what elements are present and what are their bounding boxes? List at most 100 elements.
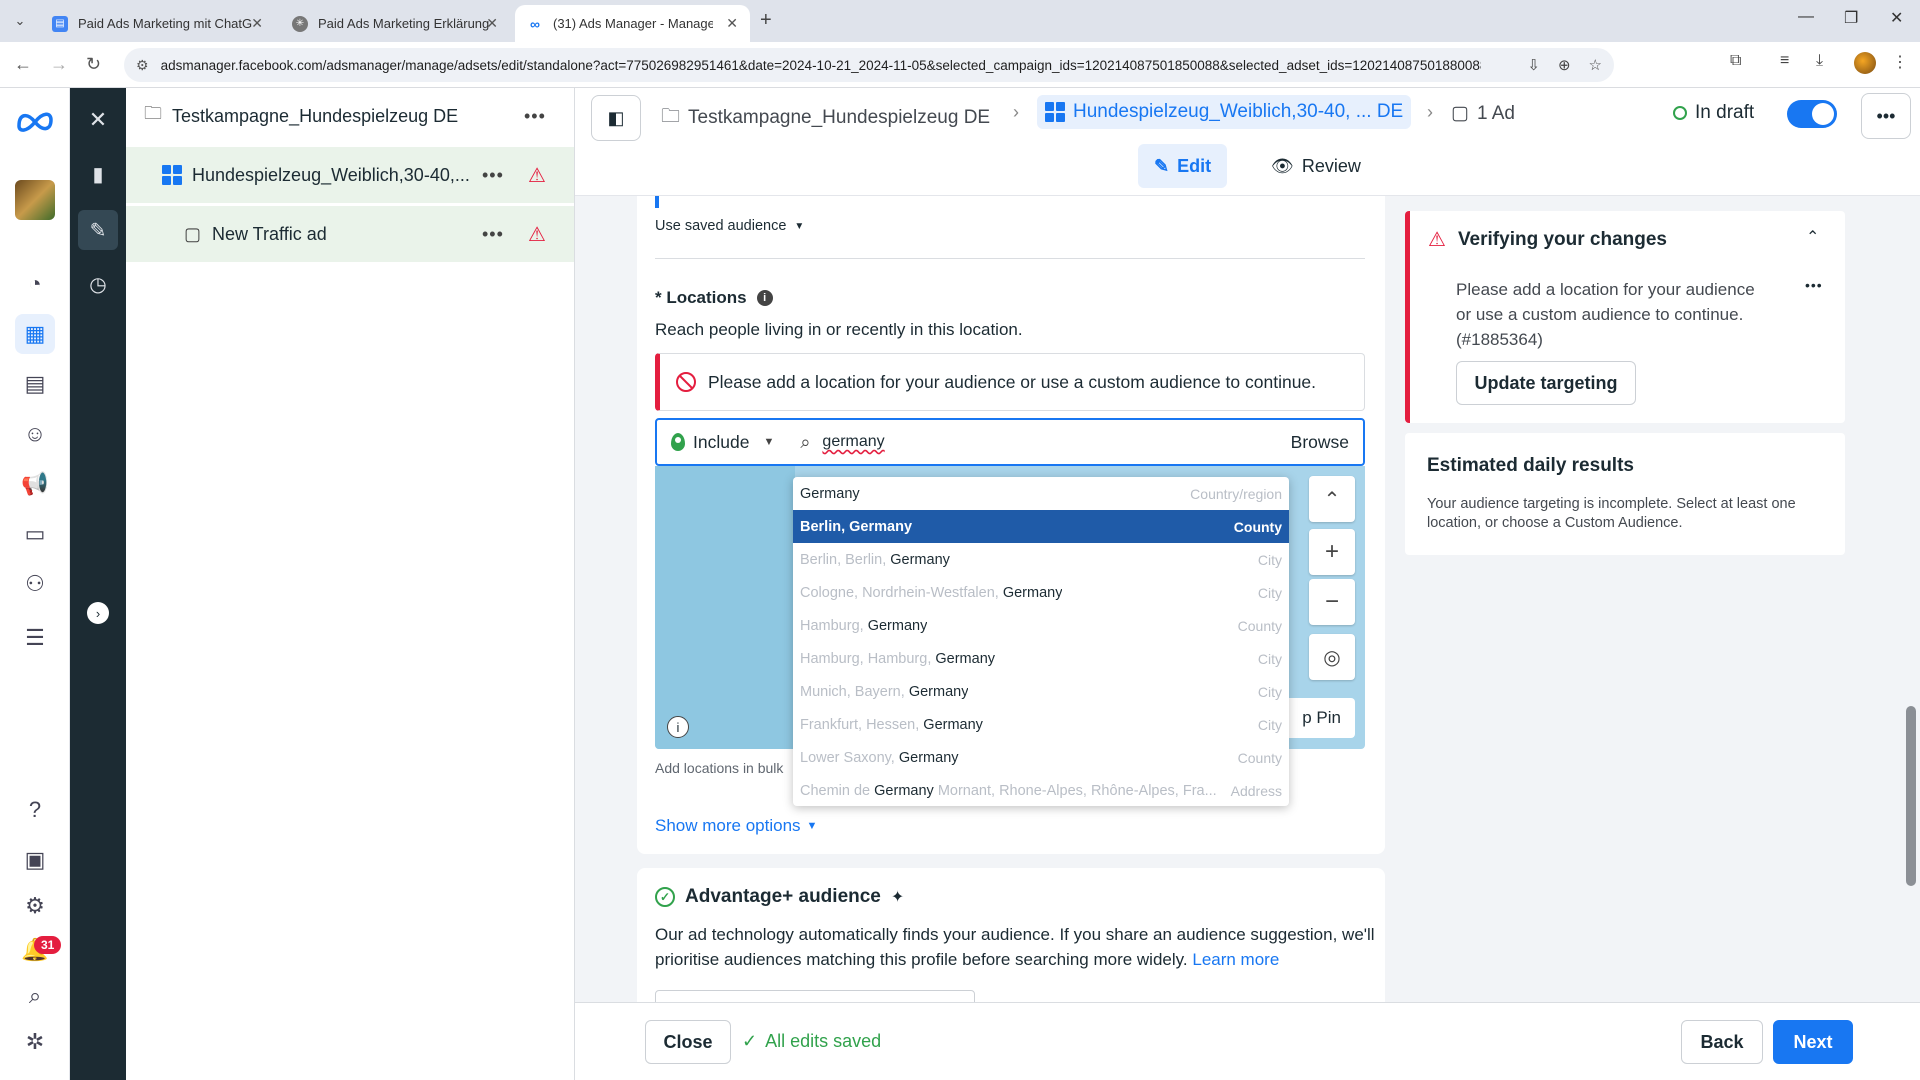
- audience-suggestion-button[interactable]: [655, 990, 975, 1002]
- breadcrumb-adset[interactable]: Hundespielzeug_Weiblich,30-40, ... DE: [1037, 95, 1412, 129]
- close-tab-icon[interactable]: ✕: [486, 15, 498, 32]
- close-button[interactable]: Close: [645, 1020, 731, 1064]
- window-close-icon[interactable]: ✕: [1890, 8, 1903, 28]
- campaigns-table-icon[interactable]: ▦: [15, 314, 55, 354]
- campaign-more-icon[interactable]: •••: [524, 106, 546, 127]
- sidebar-toggle-icon[interactable]: ◧: [591, 95, 641, 141]
- location-search-input[interactable]: germany: [822, 433, 884, 451]
- location-suggestion-row[interactable]: Munich, Bayern, Germany City: [793, 675, 1289, 708]
- suggestion-country: Germany: [867, 617, 928, 634]
- zoom-out-icon[interactable]: −: [1309, 579, 1355, 625]
- scrollbar-thumb[interactable]: [1906, 706, 1916, 886]
- location-search-field[interactable]: Include ▼ ⌕ germany Browse: [655, 418, 1365, 466]
- location-suggestion-row[interactable]: Chemin de Germany Mornant, Rhone-Alpes, …: [793, 774, 1289, 806]
- billing-card-icon[interactable]: ▭: [15, 514, 55, 554]
- install-app-icon[interactable]: ⇩: [1527, 56, 1540, 74]
- settings-gear-icon[interactable]: ⚙: [15, 886, 55, 926]
- ad-more-icon[interactable]: •••: [482, 224, 504, 245]
- minimize-icon[interactable]: —: [1798, 8, 1814, 26]
- history-clock-icon[interactable]: ◷: [78, 264, 118, 304]
- news-icon[interactable]: ▣: [15, 840, 55, 880]
- breadcrumb-ad[interactable]: ▢ 1 Ad: [1451, 102, 1515, 125]
- estimate-title: Estimated daily results: [1427, 455, 1634, 476]
- include-dropdown[interactable]: Include ▼: [671, 432, 774, 453]
- dashboard-gauge-icon[interactable]: ◔: [15, 264, 55, 304]
- adset-grid-icon: [162, 165, 182, 185]
- location-suggestion-row[interactable]: Berlin, Berlin, Germany City: [793, 543, 1289, 576]
- map-info-icon[interactable]: i: [667, 716, 689, 738]
- forward-arrow-icon[interactable]: →: [50, 54, 68, 75]
- extensions-icon[interactable]: ⧉: [1730, 52, 1741, 70]
- browser-tab-1[interactable]: ▤ Paid Ads Marketing mit ChatGPT ✕: [40, 5, 275, 42]
- new-tab-icon[interactable]: +: [760, 9, 772, 32]
- bug-report-icon[interactable]: ✲: [15, 1022, 55, 1062]
- url-bar[interactable]: ⚙ adsmanager.facebook.com/adsmanager/man…: [124, 48, 1614, 82]
- update-targeting-button[interactable]: Update targeting: [1456, 361, 1636, 405]
- chart-icon[interactable]: ▮: [78, 154, 118, 194]
- search-icon[interactable]: ⌕: [15, 976, 55, 1016]
- review-mode-button[interactable]: 👁 Review: [1255, 144, 1377, 188]
- download-icon[interactable]: ⤓: [1816, 52, 1823, 70]
- media-control-icon[interactable]: ≡: [1780, 52, 1789, 70]
- close-tab-icon[interactable]: ✕: [251, 15, 263, 32]
- location-suggestion-row[interactable]: Germany Country/region: [793, 477, 1289, 510]
- advertising-megaphone-icon[interactable]: 📢: [15, 464, 55, 504]
- bookmark-star-icon[interactable]: ☆: [1589, 56, 1602, 74]
- location-suggestion-row[interactable]: Hamburg, Germany County: [793, 609, 1289, 642]
- tab-list-chevron-icon[interactable]: ⌄: [8, 9, 32, 33]
- publish-toggle[interactable]: [1787, 100, 1837, 128]
- reports-icon[interactable]: ▤: [15, 364, 55, 404]
- tree-item-adset[interactable]: Hundespielzeug_Weiblich,30-40,... ••• ⚠: [126, 147, 574, 203]
- suggestion-text: Berlin, Germany: [800, 519, 912, 535]
- breadcrumb-campaign[interactable]: 🗀 Testkampagne_Hundespielzeug DE: [661, 102, 990, 134]
- adset-more-icon[interactable]: •••: [482, 165, 504, 186]
- learn-more-link[interactable]: Learn more: [1192, 950, 1279, 969]
- business-settings-icon[interactable]: ⚇: [15, 564, 55, 604]
- back-arrow-icon[interactable]: ←: [14, 54, 32, 75]
- collapse-chevron-icon[interactable]: ⌃: [1806, 227, 1819, 247]
- suggestion-country: Germany: [898, 749, 959, 766]
- all-tools-menu-icon[interactable]: ☰: [15, 618, 55, 658]
- verify-heading: ⚠ Verifying your changes: [1428, 227, 1667, 252]
- close-tab-icon[interactable]: ✕: [726, 15, 738, 32]
- edit-mode-button[interactable]: ✎ Edit: [1138, 144, 1228, 188]
- account-avatar[interactable]: [15, 180, 55, 220]
- zoom-icon[interactable]: ⊕: [1558, 56, 1571, 74]
- back-button[interactable]: Back: [1681, 1020, 1763, 1064]
- location-suggestion-row[interactable]: Lower Saxony, Germany County: [793, 741, 1289, 774]
- help-icon[interactable]: ?: [15, 790, 55, 830]
- verify-more-icon[interactable]: •••: [1805, 277, 1823, 293]
- show-more-options-link[interactable]: Show more options ▼: [655, 816, 817, 836]
- tree-item-ad[interactable]: ▢ New Traffic ad ••• ⚠: [126, 206, 574, 262]
- browser-tab-3-active[interactable]: ∞ (31) Ads Manager - Manage ad ✕: [515, 5, 750, 42]
- suggestion-country: Germany: [890, 551, 950, 568]
- tree-item-campaign[interactable]: 🗀 Testkampagne_Hundespielzeug DE •••: [126, 88, 574, 144]
- map-land: [655, 466, 795, 749]
- use-saved-audience-dropdown[interactable]: Use saved audience ▼: [655, 218, 804, 234]
- meta-logo-icon[interactable]: [15, 106, 55, 136]
- browser-menu-icon[interactable]: ⋮: [1892, 52, 1908, 72]
- reload-icon[interactable]: ↻: [86, 54, 101, 75]
- collapse-map-chevron-icon[interactable]: ⌃: [1309, 476, 1355, 522]
- restore-icon[interactable]: ❐: [1844, 8, 1858, 28]
- edit-pencil-icon[interactable]: ✎: [78, 210, 118, 250]
- next-button[interactable]: Next: [1773, 1020, 1853, 1064]
- suggestion-region: Munich, Bayern,: [800, 683, 905, 700]
- location-suggestion-row[interactable]: Frankfurt, Hessen, Germany City: [793, 708, 1289, 741]
- info-icon[interactable]: i: [756, 290, 773, 306]
- add-locations-bulk-link[interactable]: Add locations in bulk: [655, 760, 783, 776]
- location-suggestion-row[interactable]: Berlin, Germany County: [793, 510, 1289, 543]
- browser-tab-2[interactable]: ✳ Paid Ads Marketing Erklärung ✕: [280, 5, 510, 42]
- zoom-in-icon[interactable]: +: [1309, 529, 1355, 575]
- header-more-button[interactable]: •••: [1861, 93, 1911, 139]
- audiences-icon[interactable]: ☺: [15, 414, 55, 454]
- location-suggestion-row[interactable]: Cologne, Nordrhein-Westfalen, Germany Cit…: [793, 576, 1289, 609]
- locate-me-icon[interactable]: ◎: [1309, 634, 1355, 680]
- suggestion-type: County: [1237, 617, 1282, 634]
- location-suggestion-row[interactable]: Hamburg, Hamburg, Germany City: [793, 642, 1289, 675]
- close-editor-icon[interactable]: ✕: [78, 100, 118, 140]
- site-info-icon[interactable]: ⚙: [136, 57, 149, 74]
- browse-button[interactable]: Browse: [1291, 432, 1349, 453]
- expand-chevron-icon[interactable]: ›: [87, 602, 109, 624]
- profile-avatar[interactable]: [1854, 52, 1876, 74]
